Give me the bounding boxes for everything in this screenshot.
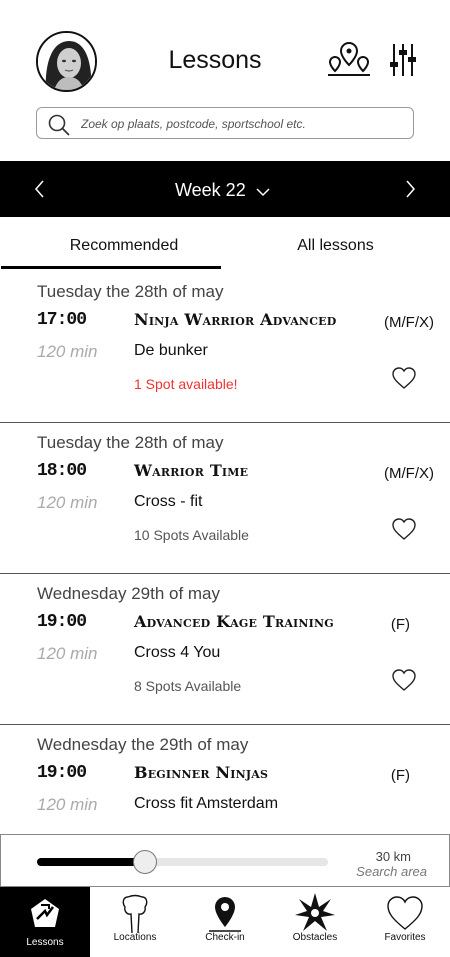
week-bar: Week 22 [0,161,450,217]
lesson-date: Wednesday 29th of may [37,584,221,603]
lesson-duration: 120 min [37,342,98,361]
next-week-button[interactable] [398,173,422,205]
favorite-heart-icon[interactable] [391,366,417,390]
search-area-value: 30 km [375,849,411,864]
week-selector[interactable]: Week 22 [175,180,285,204]
lesson-location: Cross fit Amsterdam [134,795,279,812]
lesson-location: De bunker [134,342,208,359]
map-pins-icon[interactable] [327,42,371,78]
nav-label: Favorites [384,932,426,943]
lesson-date: Tuesday the 28th of may [37,433,224,452]
search-area-slider-thumb[interactable] [132,850,157,874]
nav-obstacles[interactable]: Obstacles [270,887,360,957]
previous-week-button[interactable] [28,173,52,205]
nav-locations[interactable]: Locations [90,887,180,957]
favorite-heart-icon[interactable] [391,517,417,541]
favorite-heart-icon[interactable] [391,668,417,692]
search-input[interactable] [81,112,401,135]
lesson-time: 18:00 [37,461,87,481]
lesson-gender: (F) [390,767,410,784]
tab-recommended[interactable]: Recommended [0,237,248,269]
locations-icon [115,893,155,934]
nav-label: Check-in [205,932,245,943]
search-area-slider-fill [37,858,145,866]
search-area-panel: 30 km Search area [0,834,450,887]
location-pin-icon [205,893,245,933]
shuriken-icon [295,893,335,933]
lesson-duration: 120 min [37,795,98,814]
lesson-card[interactable]: Wednesday 29th of may 19:00 Advanced Kag… [0,574,450,725]
lesson-time: 17:00 [37,310,87,330]
lesson-spots: 1 Spot available! [134,376,238,392]
lesson-spots: 10 Spots Available [134,527,249,543]
lessons-icon [25,893,65,933]
nav-lessons[interactable]: Lessons [0,887,90,957]
nav-label: Obstacles [292,932,338,943]
lesson-date: Tuesday the 28th of may [37,282,224,301]
lesson-duration: 120 min [37,644,98,663]
nav-check-in[interactable]: Check-in [180,887,270,957]
lesson-name: Beginner Ninjas [134,763,269,782]
lesson-duration: 120 min [37,493,98,512]
lesson-card[interactable]: Tuesday the 28th of may 17:00 Ninja Warr… [0,272,450,423]
nav-label: Locations [113,932,157,943]
chevron-left-icon [35,180,44,198]
search-icon [47,113,71,137]
lesson-name: Advanced Kage Training [134,612,334,631]
lesson-gender: (M/F/X) [384,314,434,331]
lesson-gender: (M/F/X) [384,465,434,482]
active-tab-indicator [1,266,221,269]
lesson-location: Cross - fit [134,493,203,510]
lesson-time: 19:00 [37,612,87,632]
nav-label: Lessons [26,937,64,948]
lesson-tabs: Recommended All lessons [0,237,450,269]
heart-icon [385,893,425,933]
lesson-gender: (F) [390,616,410,633]
lesson-name: Ninja Warrior Advanced [134,310,337,329]
filter-sliders-icon[interactable] [389,42,417,78]
search-area-slider-track[interactable] [37,850,328,874]
tab-all-lessons[interactable]: All lessons [221,237,450,269]
lesson-name: Warrior Time [134,461,249,480]
chevron-right-icon [406,180,415,198]
chevron-down-icon [256,188,270,197]
search-bar[interactable] [36,107,414,139]
bottom-navigation: Lessons Locations Check-in Obstacles Fav… [0,887,450,957]
lesson-time: 19:00 [37,763,87,783]
lesson-date: Wednesday the 29th of may [37,735,249,754]
header: Lessons [0,0,450,160]
lesson-location: Cross 4 You [134,644,221,661]
lesson-spots: 8 Spots Available [134,678,242,694]
lesson-card[interactable]: Tuesday the 28th of may 18:00 Warrior Ti… [0,423,450,574]
search-area-label: Search area [356,864,427,879]
nav-favorites[interactable]: Favorites [360,887,450,957]
week-label: Week 22 [175,180,246,200]
